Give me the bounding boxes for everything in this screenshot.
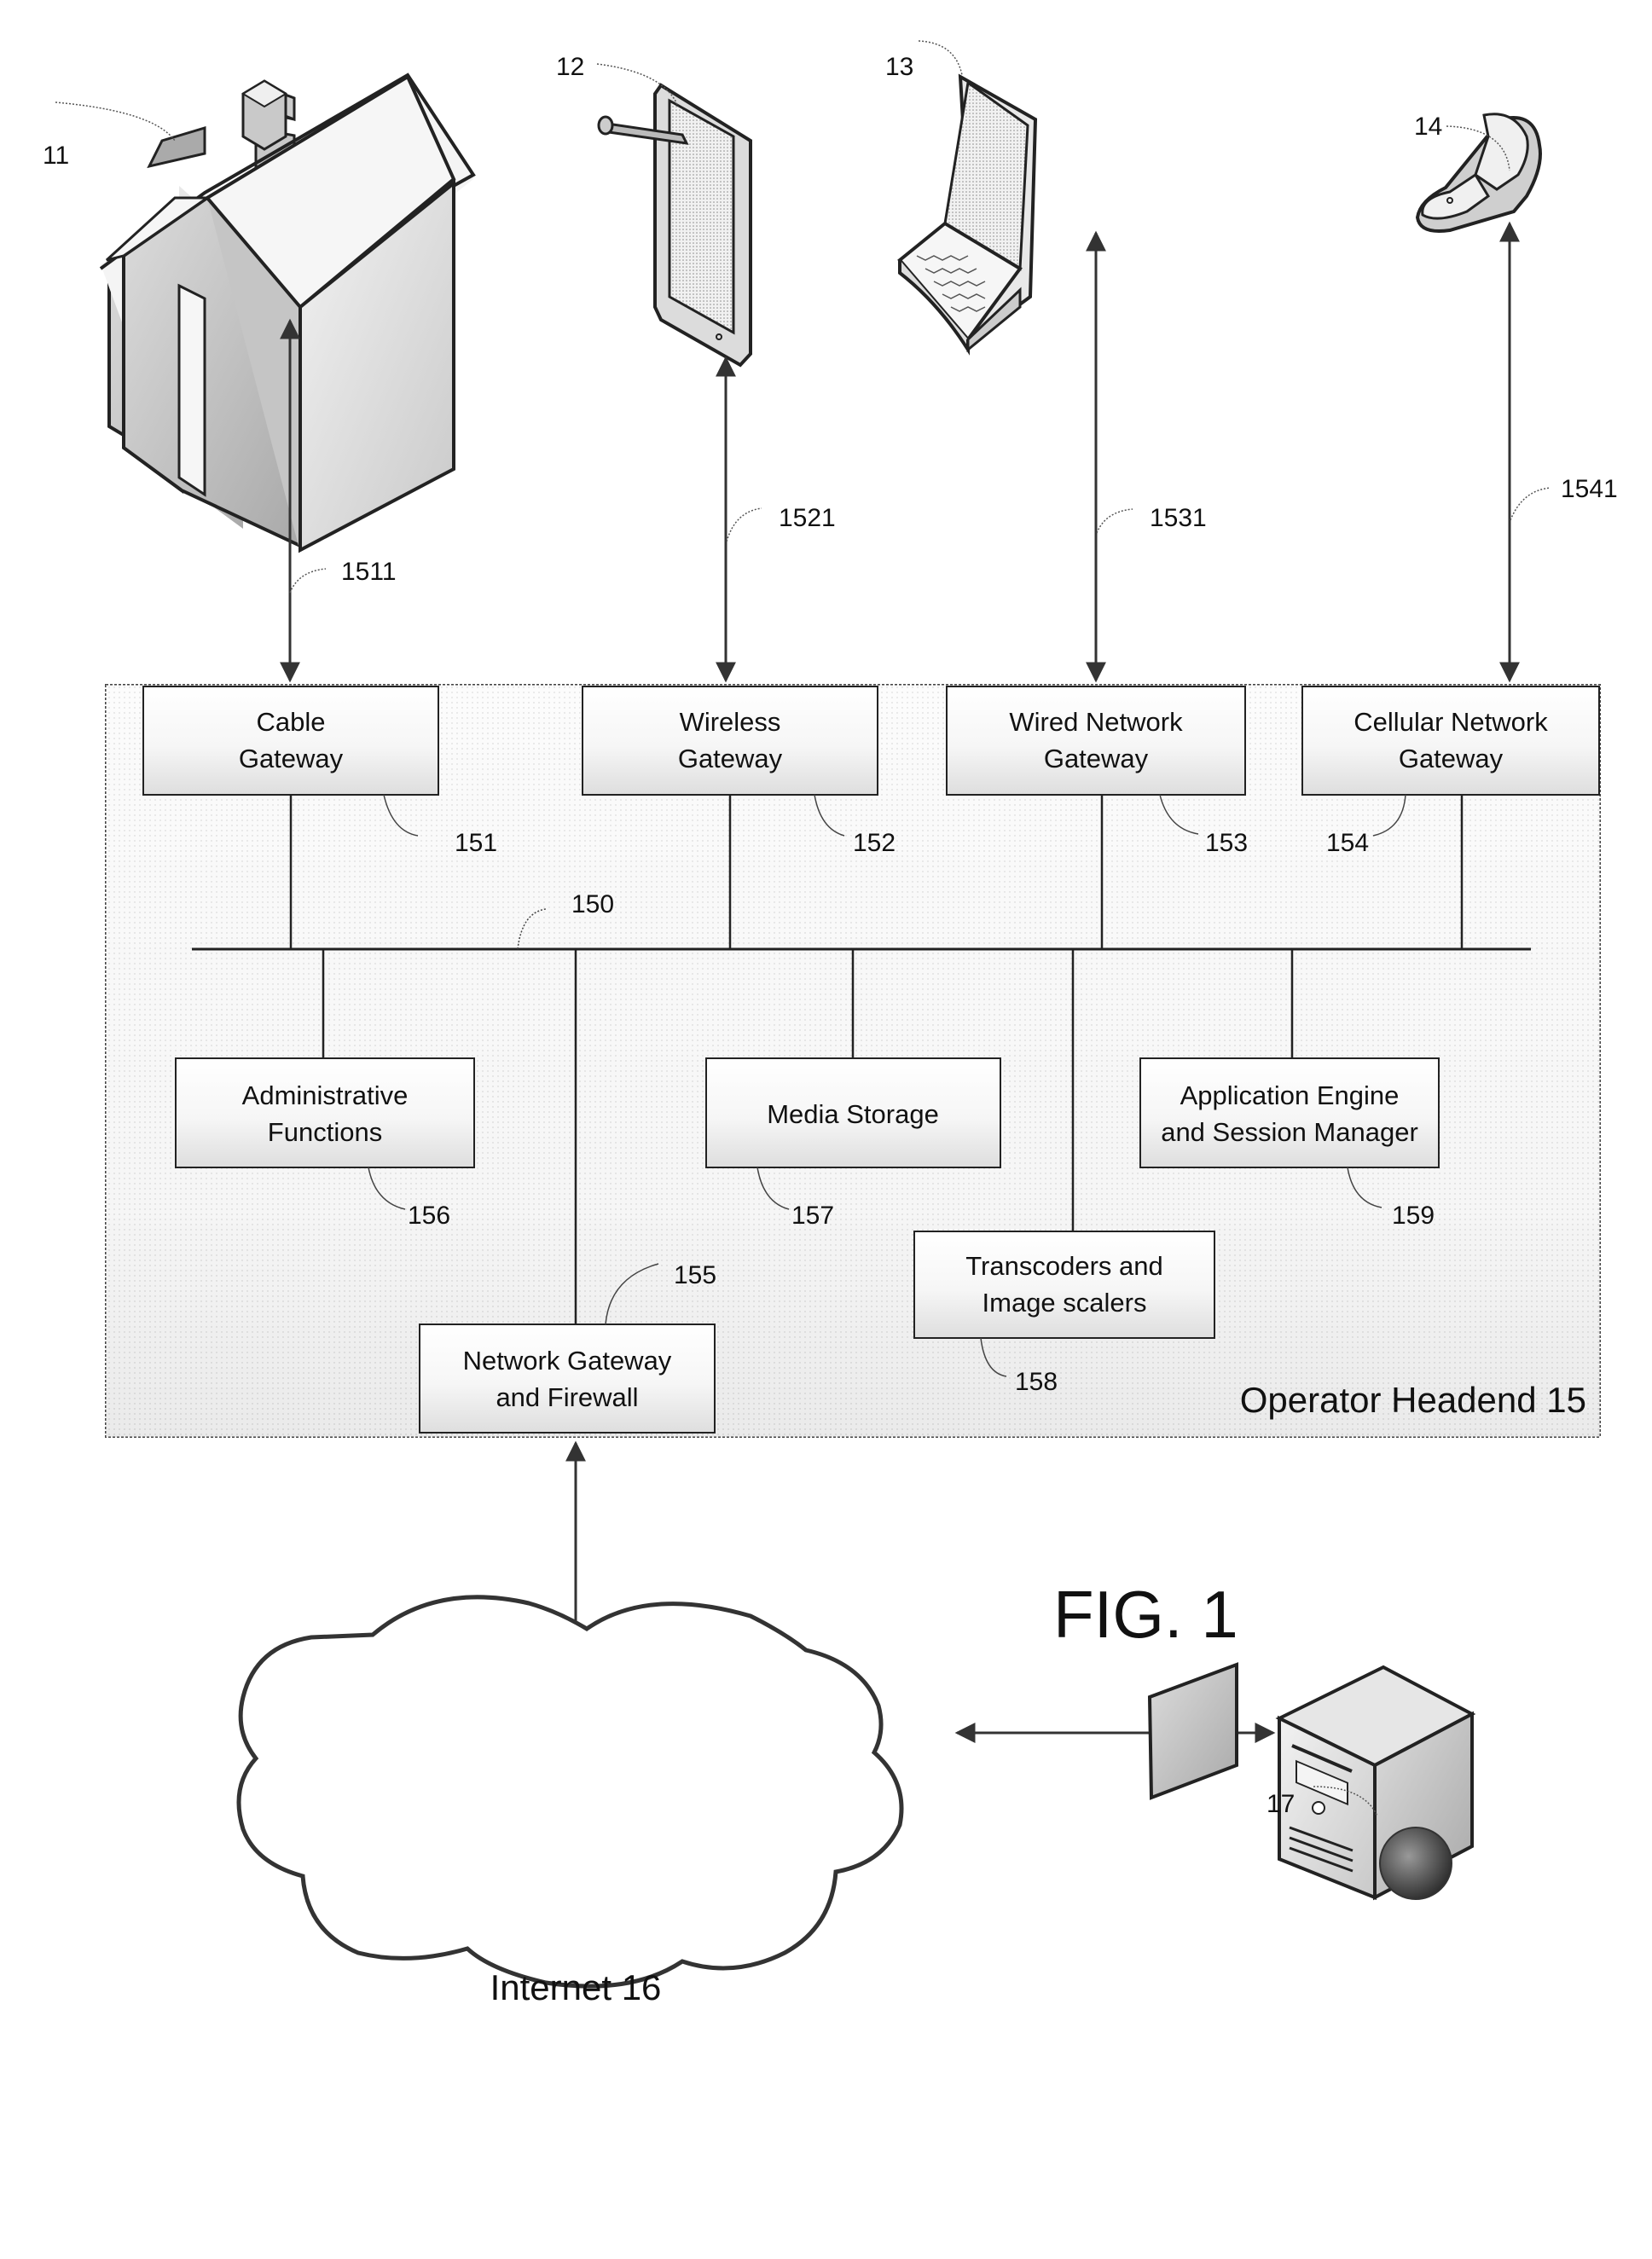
component-label-line-2: and Firewall — [496, 1382, 638, 1412]
gateway-label-line-1: Cable — [257, 707, 326, 737]
internet-cloud-icon[interactable]: Internet 16 — [236, 1595, 904, 2007]
component-label-line-2: Functions — [268, 1117, 382, 1147]
gateway-label-line-2: Gateway — [678, 744, 783, 773]
headend-label: Operator Headend 15 — [1240, 1380, 1586, 1420]
component-label-line-2: and Session Manager — [1161, 1117, 1418, 1147]
component-ref-label: 155 — [674, 1261, 716, 1289]
link-1511-ref-label: 1511 — [341, 558, 397, 586]
gateway-ref-label: 154 — [1326, 829, 1369, 857]
server-ref-label: 17 — [1267, 1790, 1295, 1818]
component-label-line-1: Application Engine — [1180, 1080, 1400, 1110]
component-ref-label: 157 — [791, 1202, 834, 1230]
bus-ref-label: 150 — [571, 890, 614, 918]
link-1541-ref-label: 1541 — [1561, 475, 1618, 503]
gateway-label-line-1: Wired Network — [1009, 707, 1183, 737]
component-ref-label: 156 — [408, 1202, 450, 1230]
link-1541: 1541 — [1499, 221, 1618, 683]
laptop-ref-label: 13 — [885, 53, 913, 81]
component-ref-label: 158 — [1015, 1368, 1058, 1396]
component-label-line-1: Transcoders and — [965, 1251, 1162, 1281]
gateway-label-line-2: Gateway — [1399, 744, 1504, 773]
network-diagram: 11 12 13 14 1511 1521 1531 1541 Operator… — [43, 40, 1618, 2007]
gateway-ref-label: 152 — [853, 829, 896, 857]
component-ref-label: 159 — [1392, 1202, 1435, 1230]
phone-ref-label: 14 — [1414, 113, 1442, 141]
laptop-leader-line — [918, 40, 963, 76]
laptop-icon — [897, 73, 1038, 356]
gateway-ref-label: 151 — [455, 829, 497, 857]
gateway-label-line-2: Gateway — [1044, 744, 1149, 773]
component-label-line-2: Image scalers — [983, 1288, 1147, 1318]
link-1521-ref-label: 1521 — [779, 504, 836, 532]
component-label-line-1: Administrative — [242, 1080, 409, 1110]
house-icon — [99, 72, 476, 553]
tablet-icon — [597, 83, 752, 368]
figure-title: FIG. 1 — [1053, 1577, 1238, 1652]
gateway-label-line-2: Gateway — [239, 744, 344, 773]
internet-label: Internet 16 — [490, 1967, 662, 2007]
tablet-ref-label: 12 — [556, 53, 584, 81]
link-1531-ref-label: 1531 — [1150, 504, 1207, 532]
component-label-line-1: Media Storage — [767, 1099, 939, 1129]
gateway-ref-label: 153 — [1205, 829, 1248, 857]
component-label-line-1: Network Gateway — [463, 1346, 672, 1376]
gateway-label-line-1: Wireless — [680, 707, 781, 737]
link-1531: 1531 — [1086, 230, 1207, 683]
gateway-label-line-1: Cellular Network — [1353, 707, 1548, 737]
house-ref-label: 11 — [43, 142, 69, 170]
link-1521: 1521 — [716, 356, 836, 683]
house-leader-line — [55, 101, 176, 142]
web-server-icon — [1147, 1662, 1476, 1901]
